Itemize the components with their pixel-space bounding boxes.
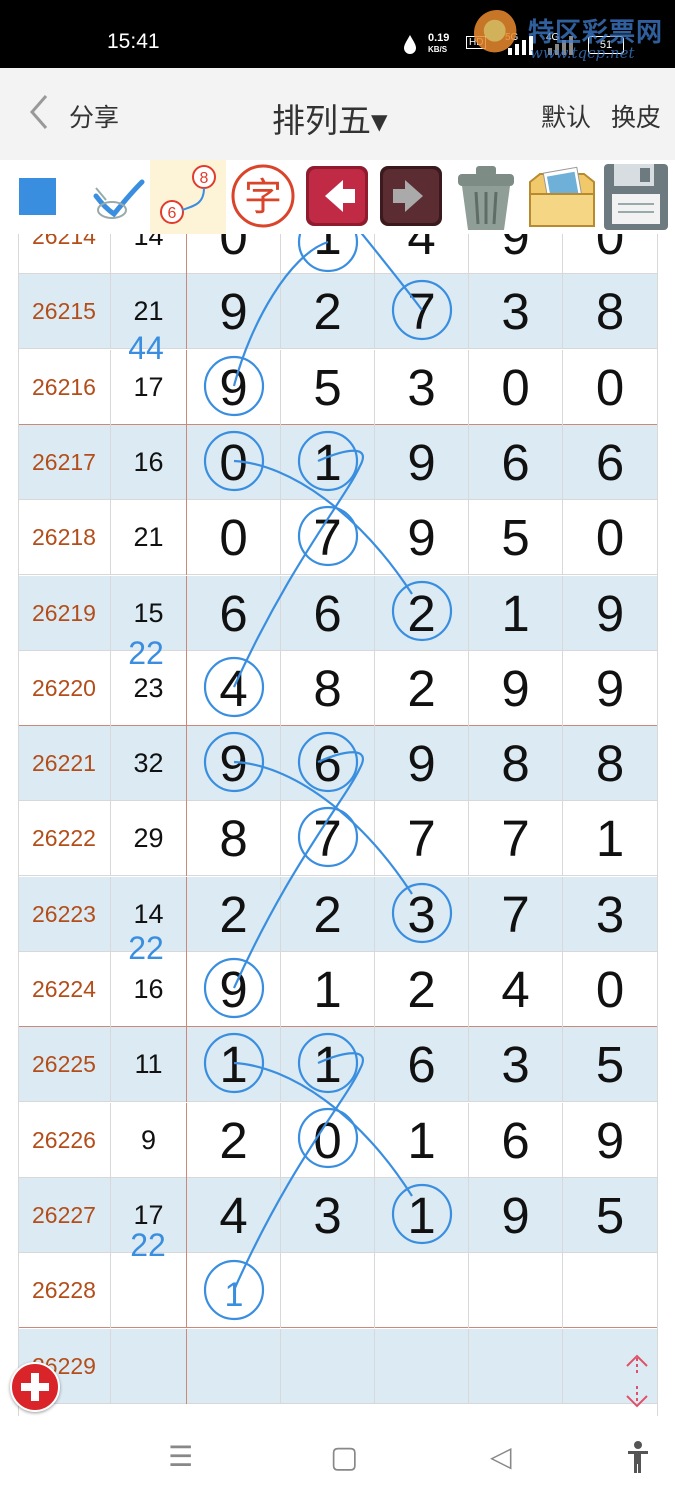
link-line xyxy=(232,240,329,387)
share-button[interactable]: 分享 xyxy=(69,98,119,134)
watermark-url: www.tqcp.net xyxy=(530,44,635,62)
data-saver-icon xyxy=(404,35,416,54)
link-top-digit: 8 xyxy=(200,170,209,187)
system-nav-bar: ☰ ▢ ◁ xyxy=(0,1416,675,1500)
status-bar: 15:41 0.19 KB/S HD 5G 4G 51 特区彩票网 www.tq… xyxy=(0,0,675,68)
back-arrow-icon[interactable] xyxy=(303,160,371,234)
back-chevron-icon[interactable] xyxy=(24,92,60,132)
trash-icon[interactable] xyxy=(450,160,522,234)
font-char-label: 字 xyxy=(244,175,282,219)
mark-circle xyxy=(297,731,359,793)
mark-circle xyxy=(297,430,359,492)
back-nav-icon[interactable]: ◁ xyxy=(490,1440,512,1473)
predicted-digit: 1 xyxy=(225,1276,244,1314)
font-char-icon[interactable]: 字 xyxy=(228,160,298,234)
toolbar: 8 6 字 xyxy=(0,160,675,234)
annotation-sum: 22 xyxy=(128,930,164,966)
net-speed-unit: KB/S xyxy=(428,45,448,54)
mark-circle xyxy=(297,1032,359,1094)
menu-nav-icon[interactable]: ☰ xyxy=(168,1440,193,1473)
page-title[interactable]: 排列五▾ xyxy=(272,94,388,142)
status-time: 15:41 xyxy=(107,30,160,53)
mark-circle xyxy=(297,505,359,567)
color-square-icon[interactable] xyxy=(18,160,58,234)
watermark-logo-icon xyxy=(474,10,520,56)
forward-arrow-icon[interactable] xyxy=(377,160,445,234)
annotation-sum: 22 xyxy=(128,635,164,671)
mark-circle xyxy=(391,580,453,642)
scroll-toggle-icon[interactable] xyxy=(620,1352,654,1410)
annotation-sum: 44 xyxy=(128,330,164,366)
link-numbers-icon[interactable]: 8 6 xyxy=(150,160,226,234)
net-speed: 0.19 KB/S xyxy=(428,33,449,55)
mark-circle xyxy=(391,882,453,944)
link-bottom-digit: 6 xyxy=(168,205,177,222)
net-speed-value: 0.19 xyxy=(428,32,450,44)
drawing-overlay: 44 22 22 22 1 xyxy=(128,234,453,1321)
save-icon[interactable] xyxy=(600,160,672,234)
default-button[interactable]: 默认 xyxy=(541,103,591,132)
mark-circle xyxy=(391,1183,453,1245)
annotation-sum: 22 xyxy=(130,1227,166,1263)
add-button[interactable] xyxy=(10,1362,60,1412)
accessibility-icon[interactable] xyxy=(626,1440,650,1474)
link-line xyxy=(232,1052,364,1291)
mark-circle xyxy=(297,1107,359,1169)
skin-button[interactable]: 换皮 xyxy=(611,103,661,132)
results-grid: 26214 14 0 1 4 9 0 26215 21 9 2 7 3 8 26216 17 9 5 3 0 0 2621… xyxy=(0,234,675,1416)
home-nav-icon[interactable]: ▢ xyxy=(330,1440,358,1475)
title-bar: 分享 排列五▾ 默认 换皮 xyxy=(0,68,675,161)
checkmark-icon[interactable] xyxy=(86,160,148,234)
image-icon[interactable] xyxy=(524,160,600,234)
